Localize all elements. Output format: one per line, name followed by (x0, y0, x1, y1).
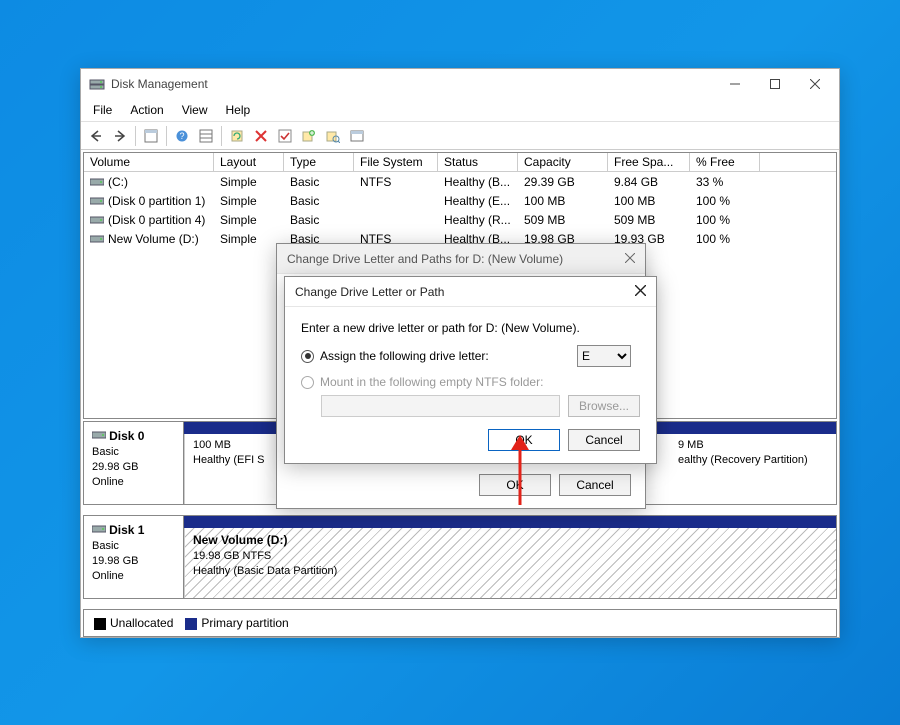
menubar: File Action View Help (81, 99, 839, 122)
dialog-instruction: Enter a new drive letter or path for D: … (301, 321, 640, 335)
disk-1-partition-1[interactable]: New Volume (D:) 19.98 GB NTFS Healthy (B… (184, 516, 836, 598)
partition-health: Healthy (EFI S (193, 454, 265, 466)
outer-cancel-button[interactable]: Cancel (559, 474, 631, 496)
volume-list-header: Volume Layout Type File System Status Ca… (84, 153, 836, 172)
menu-action[interactable]: Action (122, 101, 171, 119)
legend: Unallocated Primary partition (83, 609, 837, 637)
legend-label: Primary partition (201, 616, 288, 630)
titlebar: Disk Management (81, 69, 839, 99)
dialog-titlebar: Change Drive Letter or Path (285, 277, 656, 307)
maximize-button[interactable] (755, 70, 795, 98)
col-capacity[interactable]: Capacity (518, 153, 608, 171)
col-volume[interactable]: Volume (84, 153, 214, 171)
toolbar-window-icon[interactable] (346, 125, 368, 147)
browse-button: Browse... (568, 395, 640, 417)
radio-label: Mount in the following empty NTFS folder… (320, 375, 543, 389)
ok-button[interactable]: OK (488, 429, 560, 451)
cancel-button[interactable]: Cancel (568, 429, 640, 451)
dialog-titlebar: Change Drive Letter and Paths for D: (Ne… (277, 244, 645, 274)
col-pctfree[interactable]: % Free (690, 153, 760, 171)
dialog-close-icon[interactable] (635, 285, 646, 299)
menu-file[interactable]: File (85, 101, 120, 119)
table-row[interactable]: (C:)SimpleBasicNTFSHealthy (B...29.39 GB… (84, 172, 836, 191)
legend-swatch-primary (185, 618, 197, 630)
disk-1-label: Disk 1 Basic 19.98 GB Online (84, 516, 184, 598)
menu-help[interactable]: Help (218, 101, 259, 119)
app-icon (89, 76, 105, 92)
new-disk-icon[interactable] (298, 125, 320, 147)
col-type[interactable]: Type (284, 153, 354, 171)
legend-swatch-unallocated (94, 618, 106, 630)
dialog-title: Change Drive Letter and Paths for D: (Ne… (287, 252, 563, 266)
disk-icon (92, 430, 106, 440)
refresh-icon[interactable] (226, 125, 248, 147)
radio-label: Assign the following drive letter: (320, 349, 489, 363)
close-button[interactable] (795, 70, 835, 98)
partition-size: 19.98 GB NTFS (193, 550, 271, 562)
delete-icon[interactable] (250, 125, 272, 147)
help-icon[interactable]: ? (171, 125, 193, 147)
col-free[interactable]: Free Spa... (608, 153, 690, 171)
window-title: Disk Management (111, 77, 715, 91)
partition-health: ealthy (Recovery Partition) (678, 454, 808, 466)
radio-assign-letter[interactable]: Assign the following drive letter: (301, 349, 489, 363)
partition-size: 9 MB (678, 439, 704, 451)
checkmark-icon[interactable] (274, 125, 296, 147)
outer-ok-button[interactable]: OK (479, 474, 551, 496)
toolbar: ? (81, 122, 839, 150)
forward-icon[interactable] (109, 125, 131, 147)
radio-icon (301, 350, 314, 363)
toolbar-settings-icon[interactable] (195, 125, 217, 147)
table-row[interactable]: (Disk 0 partition 1)SimpleBasicHealthy (… (84, 191, 836, 210)
table-row[interactable]: (Disk 0 partition 4)SimpleBasicHealthy (… (84, 210, 836, 229)
legend-label: Unallocated (110, 616, 173, 630)
minimize-button[interactable] (715, 70, 755, 98)
partition-name: New Volume (D:) (193, 533, 287, 547)
disk-icon (92, 524, 106, 534)
back-icon[interactable] (85, 125, 107, 147)
drive-letter-select[interactable]: E (577, 345, 631, 367)
dialog-title: Change Drive Letter or Path (295, 285, 444, 299)
toolbar-view-icon[interactable] (140, 125, 162, 147)
partition-size: 100 MB (193, 439, 231, 451)
svg-text:?: ? (179, 131, 184, 141)
col-filesystem[interactable]: File System (354, 153, 438, 171)
mount-path-input (321, 395, 560, 417)
disk-0-partition-4[interactable]: 9 MB ealthy (Recovery Partition) (636, 422, 836, 504)
radio-icon (301, 376, 314, 389)
menu-view[interactable]: View (174, 101, 216, 119)
col-status[interactable]: Status (438, 153, 518, 171)
col-layout[interactable]: Layout (214, 153, 284, 171)
change-letter-dialog: Change Drive Letter or Path Enter a new … (284, 276, 657, 464)
search-disk-icon[interactable] (322, 125, 344, 147)
partition-health: Healthy (Basic Data Partition) (193, 565, 337, 577)
radio-mount-folder[interactable]: Mount in the following empty NTFS folder… (301, 375, 640, 389)
disk-1-block[interactable]: Disk 1 Basic 19.98 GB Online New Volume … (83, 515, 837, 599)
disk-0-label: Disk 0 Basic 29.98 GB Online (84, 422, 184, 504)
dialog-close-icon[interactable] (625, 252, 635, 266)
